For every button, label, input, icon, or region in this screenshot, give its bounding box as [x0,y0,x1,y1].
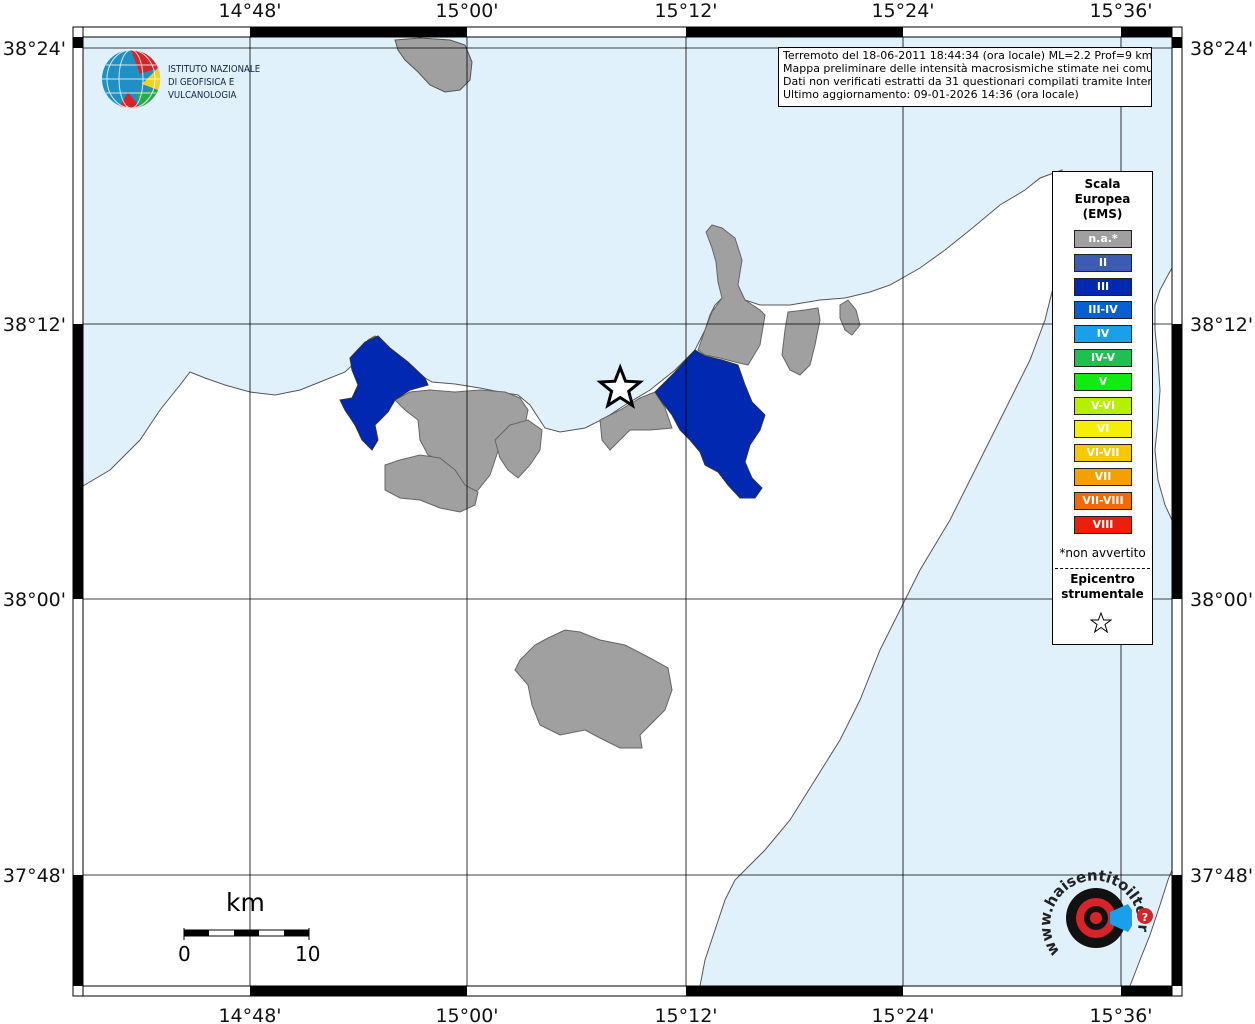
lat-label: 38°24' [3,38,66,60]
scale-bar-graphic [183,928,310,940]
lat-label: 37°48' [1190,865,1253,887]
latitude-labels-left: 38°24' 38°12' 38°00' 37°48' [3,38,66,887]
latitude-labels-right: 38°24' 38°12' 38°00' 37°48' [1190,38,1253,887]
legend-swatch: VI-VII [1074,444,1132,463]
logo-line-1: ISTITUTO NAZIONALE [168,64,261,75]
legend-swatch: n.a.* [1074,230,1132,248]
lon-label: 14°48' [218,1005,281,1024]
legend-swatch: V [1074,372,1132,391]
scale-bar: km 0 10 [178,888,328,968]
legend-swatch: III [1074,277,1132,296]
lat-label: 38°00' [3,589,66,611]
legend-swatch: IV-V [1074,348,1132,367]
logo-line-2: DI GEOFISICA E VULCANOLOGIA [168,77,237,101]
legend-swatch: VII [1074,467,1132,486]
lon-label: 15°36' [1089,0,1152,22]
legend-title-line: Europea [1074,192,1131,206]
ingv-logo: ISTITUTO NAZIONALE DI GEOFISICA E VULCAN… [100,48,320,110]
globe-icon [102,49,161,109]
lon-label: 15°36' [1089,1005,1152,1024]
legend-epicenter-label: Epicentro strumentale [1053,572,1152,602]
scale-unit: km [226,888,265,917]
lat-label: 38°00' [1190,589,1253,611]
event-info-box: Terremoto del 18-06-2011 18:44:34 (ora l… [778,47,1152,107]
event-info-line: Ultimo aggiornamento: 09-01-2026 14:36 (… [783,88,1079,101]
event-info-line: Terremoto del 18-06-2011 18:44:34 (ora l… [783,49,1152,62]
event-info-line: Dati non verificati estratti da 31 quest… [783,75,1152,88]
lon-label: 15°00' [435,1005,498,1024]
legend-items: n.a.* II III III-IV IV IV-V V V-VI VI VI-VII VII VI… [1074,230,1132,539]
legend-swatch: III-IV [1074,301,1132,320]
lat-label: 38°12' [1190,314,1253,336]
legend-divider [1055,568,1150,569]
legend-title-line: (EMS) [1082,207,1123,221]
legend-swatch: VIII [1074,515,1132,534]
legend-title: Scala Europea (EMS) [1053,177,1152,222]
legend-title-line: Scala [1084,177,1121,191]
legend-swatch: II [1074,253,1132,272]
longitude-labels-top: 14°48' 15°00' 15°12' 15°24' 15°36' [218,0,1152,22]
legend-swatch: IV [1074,325,1132,344]
lon-label: 15°00' [435,0,498,22]
scale-end-label: 10 [295,942,321,966]
lon-label: 15°24' [871,1005,934,1024]
lat-label: 37°48' [3,865,66,887]
legend-swatch: VI [1074,420,1132,439]
legend-note: *non avvertito [1059,546,1146,560]
legend-epicenter-line: strumentale [1061,587,1144,601]
legend-swatch: VII-VIII [1074,491,1132,510]
legend-star-icon [1090,612,1112,634]
legend-swatch: V-VI [1074,396,1132,415]
lon-label: 15°12' [654,1005,717,1024]
lon-label: 14°48' [218,0,281,22]
intensity-legend: Scala Europea (EMS) n.a.* II III III-IV IV IV… [1052,171,1153,645]
longitude-labels-bottom: 14°48' 15°00' 15°12' 15°24' 15°36' [218,1005,1152,1024]
lon-label: 15°24' [871,0,934,22]
lon-label: 15°12' [654,0,717,22]
legend-epicenter-line: Epicentro [1070,572,1135,586]
haisentito-badge: www.haisentitoilterremoto.it ? [1030,860,1153,959]
lat-label: 38°24' [1190,38,1253,60]
lat-label: 38°12' [3,314,66,336]
svg-text:?: ? [1142,911,1148,924]
scale-start-label: 0 [178,942,191,966]
event-info-line: Mappa preliminare delle intensità macros… [783,62,1152,75]
